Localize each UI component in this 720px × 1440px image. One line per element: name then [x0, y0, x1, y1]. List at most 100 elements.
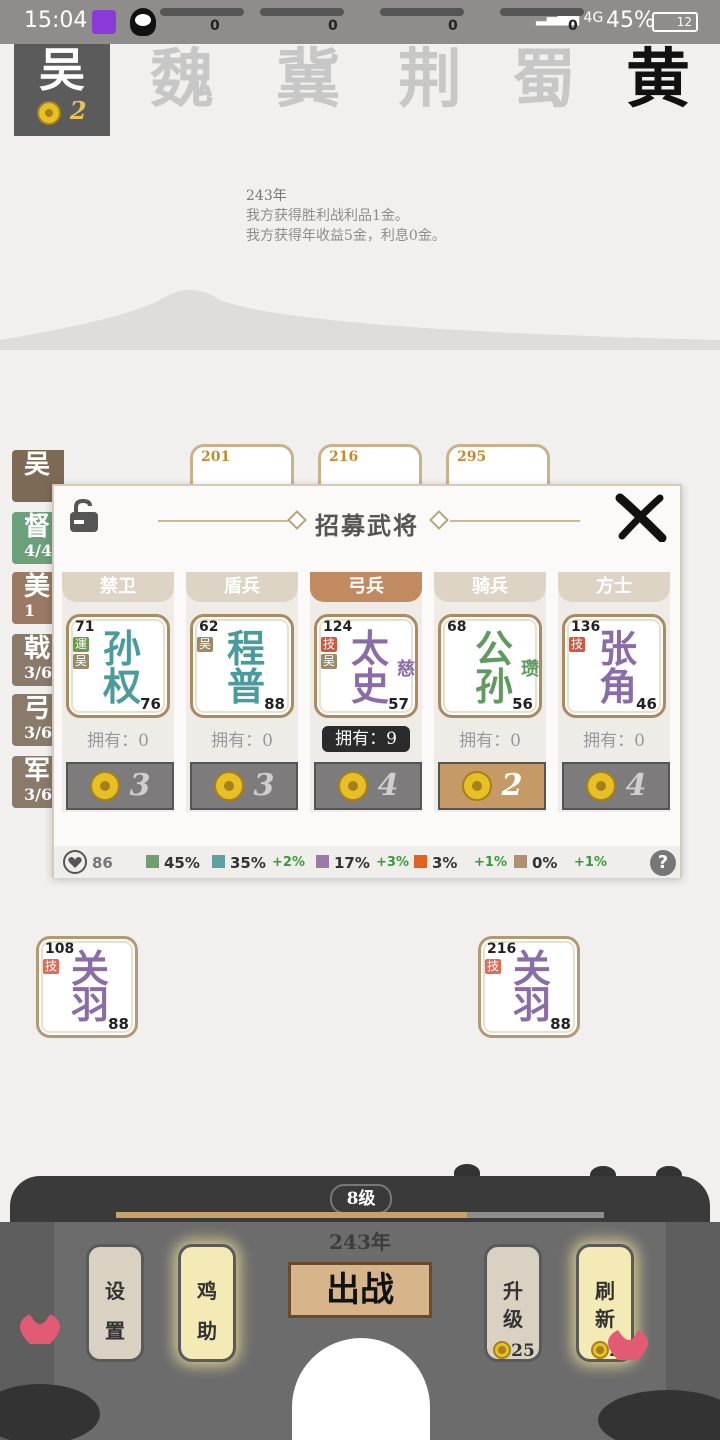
- card-power: 295: [457, 449, 487, 465]
- stat-percent: 35%: [230, 854, 266, 872]
- stats-bar: 86 45% 35% +2% 17% +3% 3% +1% 0% +1% ?: [54, 846, 680, 878]
- close-icon[interactable]: [614, 492, 668, 542]
- general-name: 史: [351, 664, 390, 709]
- help-lantern-button[interactable]: 鸡 助: [178, 1244, 236, 1362]
- troop-type-header: 禁卫: [62, 572, 174, 602]
- recruit-general-card[interactable]: 68 公 孙 瓒 56: [438, 614, 542, 718]
- recruit-general-card[interactable]: 136 技 张 角 46: [562, 614, 666, 718]
- coin-icon: [89, 771, 120, 801]
- lantern-label: 刷: [595, 1279, 615, 1303]
- player-gold: 2: [14, 96, 110, 125]
- general-tag: 運: [73, 637, 89, 652]
- panel-title: 招募武将: [315, 511, 419, 540]
- recruit-column: 弓兵 124 技吴 太 史 慈 57 拥有：9 4: [310, 572, 422, 812]
- card-level: 88: [550, 1015, 571, 1033]
- recruit-buy-button[interactable]: 4: [314, 762, 422, 810]
- upgrade-cost: 25: [489, 1341, 539, 1361]
- recruit-column: 方士 136 技 张 角 46 拥有：0 4: [558, 572, 670, 812]
- board-general-card[interactable]: 216 技 关 羽 88: [478, 936, 580, 1038]
- player-gold-value: 2: [69, 96, 87, 125]
- kingdom-shu[interactable]: 蜀: [512, 28, 576, 120]
- recruit-general-card[interactable]: 124 技吴 太 史 慈 57: [314, 614, 418, 718]
- general-name-suffix: 慈: [397, 659, 415, 680]
- general-name: 太: [351, 626, 390, 671]
- lantern-label: 级: [503, 1307, 523, 1331]
- recruit-general-card[interactable]: 71 運吴 孙 权 76: [66, 614, 170, 718]
- general-name: 权: [103, 664, 142, 709]
- upgrade-cost-value: 25: [511, 1341, 535, 1361]
- troop-type-header: 弓兵: [310, 572, 422, 602]
- card-level: 56: [512, 695, 533, 713]
- card-level: 88: [264, 695, 285, 713]
- enemy-kingdom-huang[interactable]: 黄: [626, 28, 690, 120]
- coin-icon: [461, 771, 492, 801]
- recruit-cost: 4: [625, 768, 647, 803]
- player-kingdom-badge[interactable]: 吴 2: [14, 44, 110, 136]
- level-progress-fill: [116, 1212, 468, 1218]
- level-badge: 8级: [330, 1184, 392, 1214]
- recruit-general-card[interactable]: 62 吴 程 普 88: [190, 614, 294, 718]
- general-tag: 技: [321, 637, 337, 652]
- card-power: 216: [487, 941, 517, 957]
- coin-icon: [585, 771, 616, 801]
- score-bar: [500, 8, 584, 16]
- general-name: 孙: [103, 626, 142, 671]
- title-divider: [450, 520, 580, 522]
- card-power: 216: [329, 449, 359, 465]
- card-power: 201: [201, 449, 231, 465]
- recruit-cost: 2: [501, 768, 523, 803]
- stat-color-swatch: [316, 855, 329, 868]
- recruit-buy-button[interactable]: 2: [438, 762, 546, 810]
- lantern-label: 设: [105, 1279, 125, 1303]
- stat-delta: +3%: [376, 855, 409, 870]
- recruit-buy-button[interactable]: 3: [190, 762, 298, 810]
- general-name: 孙: [475, 664, 514, 709]
- kingdom-wei[interactable]: 魏: [150, 28, 214, 120]
- general-tag: 吴: [197, 637, 213, 652]
- recruit-cost: 3: [129, 768, 151, 803]
- general-name-suffix: 瓒: [521, 659, 539, 680]
- card-level: 88: [108, 1015, 129, 1033]
- general-tag: 吴: [73, 654, 89, 669]
- status-bar: 15:04 ▂▄▆█ 4G 45% 12: [0, 0, 720, 44]
- card-power: 62: [199, 619, 219, 635]
- coin-icon: [213, 771, 244, 801]
- recruit-cost: 3: [253, 768, 275, 803]
- recruit-buy-button[interactable]: 4: [562, 762, 670, 810]
- fight-button[interactable]: 出战: [288, 1262, 432, 1318]
- stat-percent: 3%: [432, 854, 458, 872]
- coin-icon: [337, 771, 368, 801]
- recruit-column: 骑兵 68 公 孙 瓒 56 拥有：0 2: [434, 572, 546, 812]
- troop-type-header: 骑兵: [434, 572, 546, 602]
- log-year: 243年: [246, 188, 287, 204]
- kingdom-ji[interactable]: 冀: [276, 28, 340, 120]
- card-power: 124: [323, 619, 353, 635]
- general-name: 角: [599, 664, 638, 709]
- card-level: 46: [636, 695, 657, 713]
- card-power: 71: [75, 619, 95, 635]
- help-button[interactable]: ?: [650, 850, 676, 876]
- general-name: 张: [599, 626, 638, 671]
- recruit-column: 禁卫 71 運吴 孙 权 76 拥有：0 3: [62, 572, 174, 812]
- coin-icon: [493, 1341, 512, 1359]
- general-tag: 吴: [321, 654, 337, 669]
- recruit-column: 盾兵 62 吴 程 普 88 拥有：0 3: [186, 572, 298, 812]
- kingdom-jing[interactable]: 荆: [398, 28, 462, 120]
- current-year: 243年: [329, 1230, 391, 1254]
- stat-color-swatch: [146, 855, 159, 868]
- status-time: 15:04: [24, 8, 88, 33]
- board-general-card[interactable]: 108 技 关 羽 88: [36, 936, 138, 1038]
- owned-count: 拥有：9: [322, 726, 410, 752]
- stat-color-swatch: [514, 855, 527, 868]
- video-app-icon: [92, 10, 116, 34]
- upgrade-button[interactable]: 升 级 25: [484, 1244, 542, 1362]
- player-kingdom-name: 吴: [39, 43, 85, 97]
- score-bar: [160, 8, 244, 16]
- recruit-panel: 招募武将 禁卫 71 運吴 孙 权 76 拥有：0 3 盾兵 62 吴 程 普 …: [52, 484, 682, 878]
- owned-count: 拥有：0: [583, 731, 645, 751]
- owned-count: 拥有：0: [211, 731, 273, 751]
- recruit-buy-button[interactable]: 3: [66, 762, 174, 810]
- pavilion-silhouette: [0, 290, 720, 350]
- general-name: 羽: [71, 982, 110, 1027]
- lantern-label: 升: [503, 1279, 523, 1303]
